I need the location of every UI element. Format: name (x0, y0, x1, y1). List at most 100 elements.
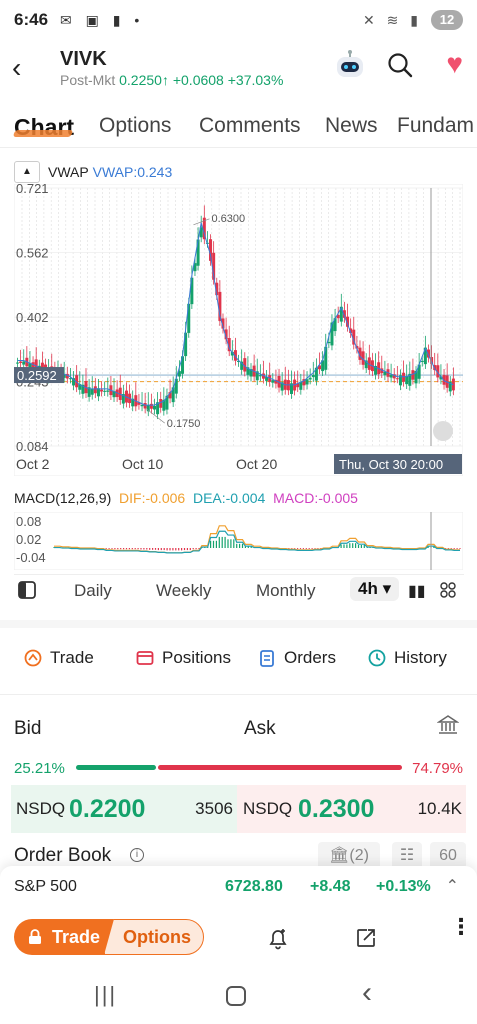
share-icon[interactable] (354, 926, 378, 950)
orders-label: Orders (284, 648, 336, 667)
history-label: History (394, 648, 447, 667)
bid-label: Bid (14, 718, 42, 739)
ask-price: 0.2300 (298, 795, 375, 823)
current-price-label: 0.2592 (17, 368, 57, 383)
exchange-bank-icon[interactable] (437, 714, 459, 736)
tab-fundamentals[interactable]: Fundam (397, 114, 474, 138)
positions-label: Positions (162, 648, 231, 667)
history-clock-icon (368, 649, 386, 667)
ask-size: 10.4K (417, 799, 462, 818)
home-icon[interactable] (226, 986, 246, 1006)
positions-action[interactable]: Positions (136, 648, 231, 668)
candle-body (22, 361, 26, 365)
macd-legend: MACD(12,26,9) DIF:-0.006 DEA:-0.004 MACD… (14, 490, 358, 506)
active-tab-indicator (12, 130, 74, 137)
macd-value: MACD:-0.005 (273, 490, 358, 506)
macd-tick-label: 0.02 (16, 532, 41, 547)
candle-body (149, 403, 153, 409)
back-icon[interactable]: ‹ (12, 52, 21, 84)
index-name: S&P 500 (14, 878, 77, 895)
stock-symbol: VIVK (60, 48, 107, 70)
candle-body (100, 389, 104, 392)
info-icon[interactable]: i (130, 848, 144, 862)
macd-tick-label: 0.08 (16, 514, 41, 529)
tab-comments[interactable]: Comments (199, 114, 301, 138)
x-tick-label: Oct 20 (236, 456, 277, 472)
history-action[interactable]: History (368, 648, 447, 668)
period-selected-label: 4h (358, 579, 378, 598)
bid-price: 0.2200 (69, 795, 146, 823)
price-chart[interactable]: 0.7210.5620.4020.2430.0840.63000.17500.2… (14, 184, 463, 476)
period-monthly[interactable]: Monthly (256, 581, 316, 601)
index-ticker[interactable]: S&P 500 6728.80 +8.48 +0.13% ⌃ (0, 866, 477, 908)
macd-frame (14, 512, 463, 570)
index-value: 6728.80 (225, 878, 283, 895)
x-tick-label: Oct 10 (122, 456, 163, 472)
watchlist-heart-icon[interactable]: ♥ (446, 48, 463, 80)
order-book-title: Order Book (14, 845, 112, 866)
more-menu-icon[interactable]: ⋮ (450, 916, 472, 938)
candle-body (16, 362, 19, 364)
post-market-quote: Post-Mkt 0.2250 ↑ +0.0608 +37.03% (60, 72, 283, 88)
alert-bell-icon[interactable] (266, 926, 290, 950)
chevron-up-icon[interactable]: ⌃ (446, 876, 459, 896)
grid-icon[interactable] (440, 582, 456, 598)
index-change: +8.48 (310, 878, 351, 895)
depth-count: (2) (349, 847, 369, 864)
ask-label: Ask (244, 718, 276, 739)
bank-icon: 🏛 (329, 847, 350, 864)
vwap-value: VWAP:0.243 (92, 164, 173, 180)
positions-icon (136, 651, 154, 665)
recent-apps-icon[interactable]: ||| (94, 982, 117, 1008)
candle-body (420, 360, 424, 362)
candle-body (106, 390, 110, 392)
bid-size: 3506 (195, 799, 233, 818)
stock-header: ‹ VIVK Post-Mkt 0.2250 ↑ +0.0608 +37.03%… (0, 42, 477, 98)
tab-news[interactable]: News (325, 114, 378, 138)
best-bid: NSDQ 0.2200 3506 (11, 785, 237, 833)
search-icon[interactable] (387, 52, 413, 78)
status-bar: 6:46 ✉ ▣ ▮ • ✕ ≋ ▮ 12 (0, 0, 477, 40)
collapse-toggle-icon[interactable]: ▲ (14, 161, 40, 183)
indicator-row: ▲ VWAP VWAP:0.243 (14, 160, 464, 184)
ask-exchange: NSDQ (243, 799, 293, 818)
post-market-label: Post-Mkt (60, 72, 116, 88)
trade-action[interactable]: Trade (24, 648, 94, 668)
section-divider (0, 620, 477, 628)
candle-body (103, 390, 107, 392)
crosshair-handle (433, 421, 453, 441)
signal-icons: ✕ ≋ ▮ (363, 12, 422, 28)
y-tick-label: 0.721 (16, 184, 49, 196)
trade-button[interactable]: Trade (14, 919, 114, 955)
status-time: 6:46 (14, 10, 49, 29)
chart-frame (14, 184, 463, 476)
macd-chart[interactable]: 0.08 0.02 -0.04 (14, 512, 463, 570)
macd-dea: DEA:-0.004 (192, 490, 266, 506)
y-tick-label: 0.562 (16, 245, 49, 260)
battery-icon: 12 (431, 10, 463, 30)
section-tabs: Chart Options Comments News Fundam (0, 110, 477, 148)
macd-title: MACD(12,26,9) (14, 490, 112, 506)
period-4h-dropdown[interactable]: 4h ▾ (350, 577, 400, 601)
bid-ratio-bar (76, 765, 156, 770)
candle-body (402, 372, 406, 382)
options-button[interactable]: Options (104, 919, 204, 955)
candle-body (395, 378, 399, 380)
orders-action[interactable]: Orders (258, 648, 336, 668)
period-weekly[interactable]: Weekly (156, 581, 211, 601)
options-button-label: Options (123, 927, 191, 947)
candle-body (405, 376, 409, 385)
macd-tick-label: -0.04 (16, 550, 46, 565)
layout-toggle-icon[interactable] (18, 581, 36, 599)
candle-body (258, 375, 262, 377)
ask-percent: 74.79% (412, 760, 463, 777)
tab-options[interactable]: Options (99, 114, 171, 138)
back-nav-icon[interactable]: ‹ (362, 976, 372, 1010)
indicator-name[interactable]: VWAP (48, 164, 89, 180)
candle-type-icon[interactable]: ▮▮ (408, 581, 426, 601)
robot-assistant-icon[interactable] (333, 50, 367, 80)
ask-ratio-bar (158, 765, 402, 770)
period-daily[interactable]: Daily (74, 581, 112, 601)
candle-body (68, 378, 72, 380)
candle-body (308, 377, 312, 380)
